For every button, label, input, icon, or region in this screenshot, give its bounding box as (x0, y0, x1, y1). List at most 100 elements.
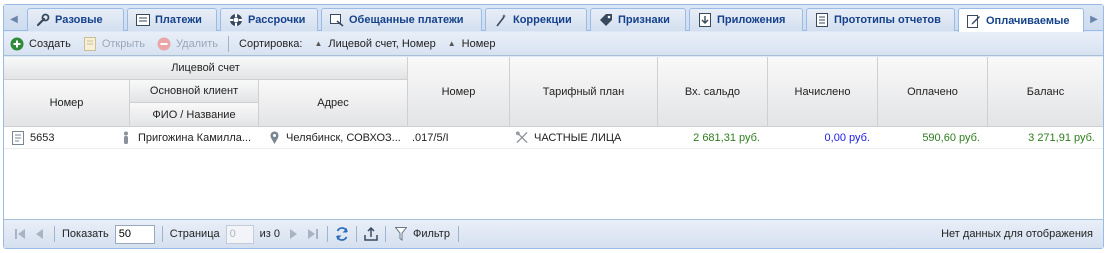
next-page-icon[interactable] (283, 224, 303, 244)
filter-icon (394, 227, 408, 241)
tab-label: Обещанные платежи (349, 14, 464, 26)
report-icon (815, 13, 829, 27)
header-label: Номер (49, 97, 84, 109)
tab-korrektsii[interactable]: Коррекции (485, 8, 587, 31)
location-pin-icon (268, 131, 280, 145)
header-label: Оплачено (907, 85, 958, 98)
panel-frame: ◀ Разовые Платежи Рассрочки Обещанные пл… (3, 4, 1104, 249)
tab-label: Рассрочки (248, 14, 306, 26)
document-icon (12, 130, 24, 145)
header-balance[interactable]: Баланс (988, 57, 1103, 127)
cell-balance: 3 271,91 руб. (988, 127, 1103, 148)
promise-icon (330, 13, 344, 27)
header-number[interactable]: Номер (4, 80, 130, 127)
header-label: ФИО / Название (152, 108, 236, 121)
header-label: Вх. сальдо (684, 85, 741, 98)
header-opening-balance[interactable]: Вх. сальдо (658, 57, 768, 127)
row-tariff-value: ЧАСТНЫЕ ЛИЦА (534, 131, 622, 144)
page-number-input[interactable] (225, 224, 254, 244)
sort-key-number[interactable]: ▲ Номер (442, 34, 502, 54)
header-tariff[interactable]: Тарифный план (510, 57, 658, 127)
cell-fio: Пригожина Камилла... (120, 127, 259, 148)
pager-separator (385, 226, 386, 242)
tab-label: Разовые (55, 14, 103, 26)
person-icon (120, 131, 132, 145)
header-label: Основной клиент (149, 85, 239, 97)
tab-label: Оплачиваемые (986, 14, 1070, 27)
tab-scroll-left-button[interactable]: ◀ (6, 9, 22, 29)
tab-label: Платежи (155, 14, 202, 26)
cell-number: 5653 (12, 127, 130, 148)
first-page-icon[interactable] (10, 224, 30, 244)
tab-label: Прототипы отчетов (834, 14, 941, 26)
delete-button[interactable]: Удалить (151, 34, 224, 54)
header-charged[interactable]: Начислено (768, 57, 878, 127)
pager-separator (327, 226, 328, 242)
lifebuoy-icon (229, 13, 243, 27)
tab-label: Признаки (618, 14, 670, 26)
pager-separator (161, 226, 163, 242)
tab-prilozheniya[interactable]: Приложения (689, 8, 803, 31)
sort-asc-icon: ▲ (447, 39, 456, 48)
header-address[interactable]: Адрес (259, 80, 408, 127)
paging-toolbar: Показать Страница из 0 Фильтр Нет данных… (4, 219, 1103, 248)
row-fio-value: Пригожина Камилла... (138, 131, 252, 144)
magic-wand-icon (494, 13, 508, 27)
tab-label: Коррекции (513, 14, 572, 26)
pager-separator (54, 226, 55, 242)
data-grid: Лицевой счет Номер Основной клиент ФИО /… (4, 57, 1103, 219)
row-paid-value: 590,60 руб. (922, 131, 980, 144)
tab-strip: ◀ Разовые Платежи Рассрочки Обещанные пл… (4, 5, 1103, 32)
paging-status: Нет данных для отображения (941, 228, 1093, 240)
tab-oplachivaemye[interactable]: Оплачиваемые (958, 8, 1084, 32)
row-opening-balance-value: 2 681,31 руб. (693, 131, 760, 144)
list-icon (136, 13, 150, 27)
remove-circle-icon (157, 37, 171, 51)
filter-button[interactable]: Фильтр (390, 224, 454, 244)
row-number-value: 5653 (30, 131, 55, 144)
cell-charged: 0,00 руб. (768, 127, 878, 148)
header-number2[interactable]: Номер (408, 57, 510, 127)
refresh-icon[interactable] (332, 224, 352, 244)
cell-opening-balance: 2 681,31 руб. (658, 127, 768, 148)
tab-prototipy-otchetov[interactable]: Прототипы отчетов (806, 8, 955, 31)
filter-label: Фильтр (413, 228, 450, 240)
header-paid[interactable]: Оплачено (878, 57, 988, 127)
row-address-value: Челябинск, СОВХОЗ... (286, 131, 401, 144)
tag-icon (599, 13, 613, 27)
create-button[interactable]: Создать (4, 34, 77, 54)
toolbar: Создать Открыть Удалить Сортировка: ▲ Ли… (4, 32, 1103, 56)
tab-platezhi[interactable]: Платежи (127, 8, 217, 31)
sort-label: Сортировка: (239, 37, 303, 50)
header-label: Номер (441, 85, 476, 98)
pager-separator (356, 226, 357, 242)
page-size-input[interactable] (114, 224, 155, 244)
tab-scroll-right-button[interactable]: ▶ (1086, 9, 1102, 29)
tools-icon (516, 131, 528, 145)
row-charged-value: 0,00 руб. (824, 131, 870, 144)
tab-razovye[interactable]: Разовые (27, 8, 124, 31)
table-row[interactable]: 5653 Пригожина Камилла... Челябинск, СОВ… (4, 127, 1103, 149)
sort-key-account-number[interactable]: ▲ Лицевой счет, Номер (308, 34, 441, 54)
cell-tariff: ЧАСТНЫЕ ЛИЦА (516, 127, 658, 148)
prev-page-icon[interactable] (30, 224, 50, 244)
header-label: Адрес (317, 97, 349, 109)
header-main-client: Основной клиент (130, 80, 259, 103)
tab-rassrochki[interactable]: Рассрочки (220, 8, 318, 31)
add-circle-icon (10, 37, 24, 51)
cell-address: Челябинск, СОВХОЗ... (268, 127, 408, 148)
sort-key-label: Лицевой счет, Номер (328, 37, 436, 50)
sort-key-label: Номер (461, 37, 496, 50)
row-balance-value: 3 271,91 руб. (1028, 131, 1095, 144)
last-page-icon[interactable] (303, 224, 323, 244)
open-button-label: Открыть (101, 37, 146, 50)
row-number2-value: .017/5/I (412, 131, 449, 144)
open-button[interactable]: Открыть (77, 34, 151, 54)
tab-priznaki[interactable]: Признаки (590, 8, 686, 31)
tab-obeshchannye-platezhi[interactable]: Обещанные платежи (321, 8, 482, 31)
page-count-label: из 0 (259, 228, 280, 240)
header-fio[interactable]: ФИО / Название (130, 103, 259, 127)
cell-paid: 590,60 руб. (878, 127, 988, 148)
export-icon[interactable] (361, 224, 381, 244)
page-label: Страница (169, 228, 220, 240)
